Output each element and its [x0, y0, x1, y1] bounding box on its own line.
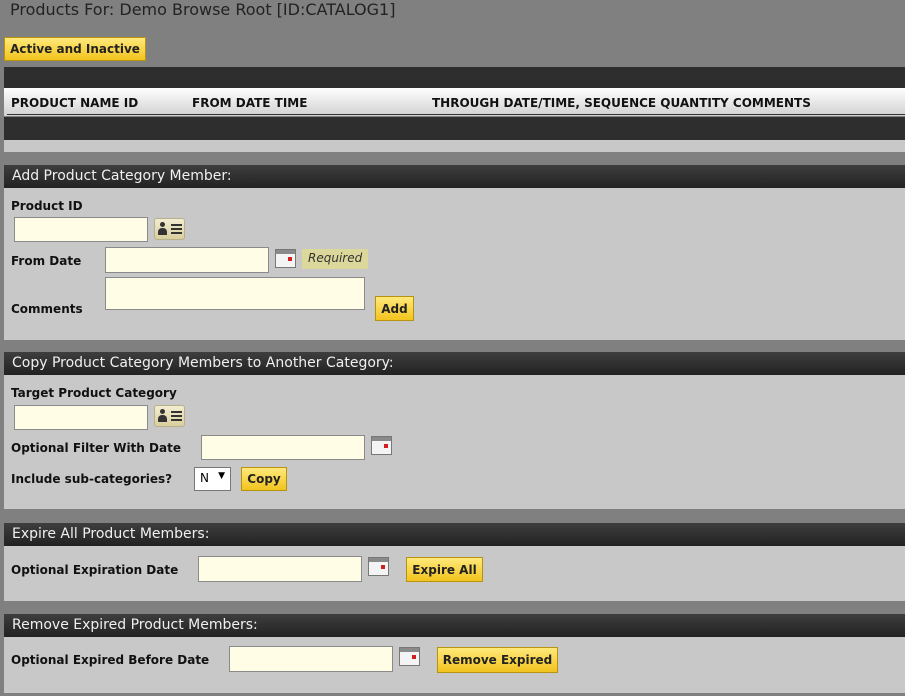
copy-members-header: Copy Product Category Members to Another…: [4, 352, 905, 375]
column-header-product-name-id: PRODUCT NAME ID: [11, 96, 139, 110]
from-date-input[interactable]: [105, 247, 269, 273]
remove-expired-header: Remove Expired Product Members:: [4, 614, 905, 637]
product-id-label: Product ID: [11, 199, 83, 213]
table-header-row: PRODUCT NAME ID FROM DATE TIME THROUGH D…: [4, 88, 905, 116]
expiration-date-calendar-icon[interactable]: [368, 557, 389, 576]
expire-all-header: Expire All Product Members:: [4, 523, 905, 546]
from-date-calendar-icon[interactable]: [275, 249, 296, 268]
table-footer-strip: [4, 140, 905, 152]
comments-textarea[interactable]: [105, 277, 365, 310]
add-button[interactable]: Add: [375, 296, 414, 321]
product-id-input[interactable]: [14, 217, 148, 242]
table-top-bar: [4, 67, 905, 88]
expire-all-button[interactable]: Expire All: [406, 557, 483, 582]
filter-date-calendar-icon[interactable]: [371, 436, 392, 455]
column-header-rule: [7, 114, 905, 115]
chevron-down-icon: ▼: [218, 471, 225, 481]
expiration-date-input[interactable]: [198, 556, 362, 582]
include-subcategories-select[interactable]: N ▼: [194, 467, 231, 491]
target-category-lookup-icon[interactable]: [154, 405, 185, 427]
target-category-label: Target Product Category: [11, 386, 177, 400]
column-header-from-date: FROM DATE TIME: [192, 96, 308, 110]
expiration-date-label: Optional Expiration Date: [11, 563, 179, 577]
expired-before-date-calendar-icon[interactable]: [399, 647, 420, 666]
comments-label: Comments: [11, 302, 83, 316]
table-bottom-bar: [4, 117, 905, 140]
target-category-input[interactable]: [14, 405, 148, 430]
from-date-label: From Date: [11, 254, 82, 268]
remove-expired-button[interactable]: Remove Expired: [437, 647, 558, 673]
page-title: Products For: Demo Browse Root [ID:CATAL…: [10, 0, 396, 19]
filter-date-input[interactable]: [201, 435, 365, 460]
include-subcategories-value: N: [200, 471, 209, 485]
active-inactive-button[interactable]: Active and Inactive: [4, 37, 146, 61]
expired-before-date-input[interactable]: [229, 646, 393, 672]
copy-button[interactable]: Copy: [241, 467, 287, 491]
include-subcategories-label: Include sub-categories?: [11, 472, 173, 486]
product-lookup-icon[interactable]: [154, 218, 185, 240]
filter-date-label: Optional Filter With Date: [11, 441, 181, 455]
column-header-through-date: THROUGH DATE/TIME, SEQUENCE QUANTITY COM…: [432, 96, 811, 110]
add-member-header: Add Product Category Member:: [4, 165, 905, 188]
required-badge: Required: [302, 249, 369, 269]
expired-before-date-label: Optional Expired Before Date: [11, 653, 210, 667]
